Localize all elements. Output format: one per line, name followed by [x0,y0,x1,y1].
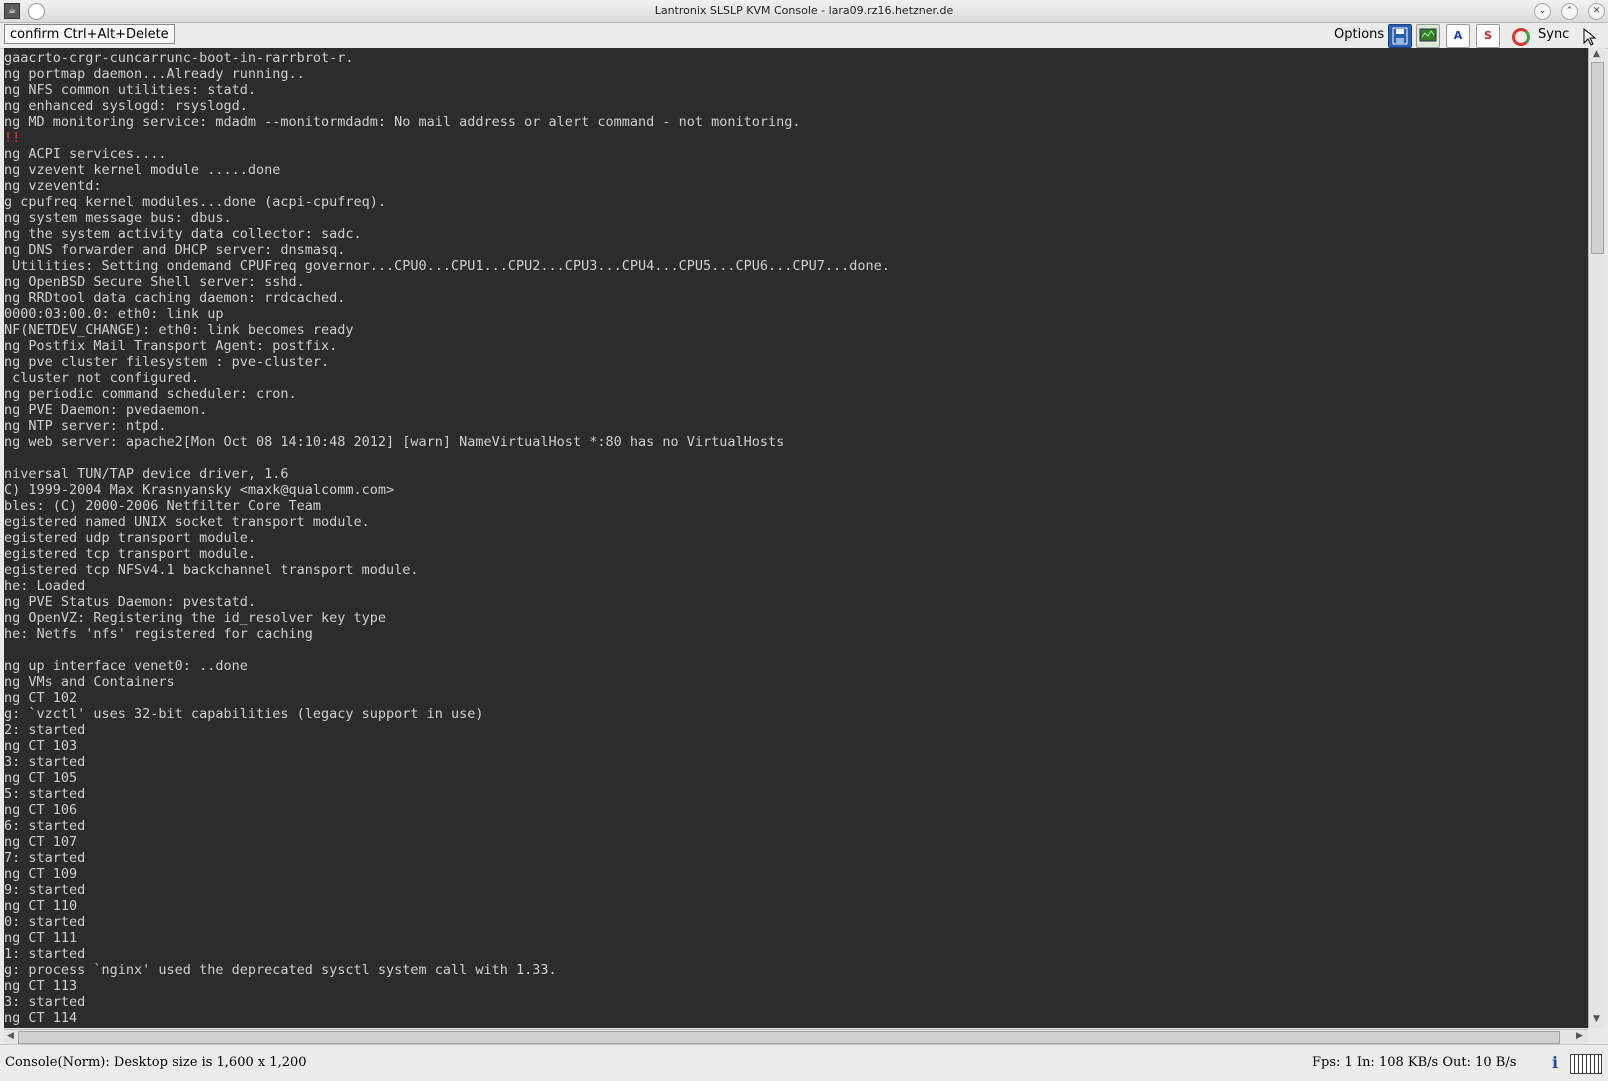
window-titlebar: ☕ Lantronix SLSLP KVM Console - lara09.r… [0,0,1608,23]
console-line: ng CT 105 [4,770,78,786]
sync-icon [1512,28,1530,46]
console-mode-status: Console(Norm): Desktop size is 1,600 x 1… [5,1055,307,1070]
console-line: ng CT 103 [4,738,78,754]
monitor-icon[interactable] [1416,24,1440,48]
console-line: 3: started [4,754,86,770]
cursor-icon[interactable] [1583,28,1597,46]
console-line: egistered tcp NFSv4.1 backchannel transp… [4,562,419,578]
window-title: Lantronix SLSLP KVM Console - lara09.rz1… [654,4,954,17]
console-line: g: `vzctl' uses 32-bit capabilities (leg… [4,706,484,722]
console-line: ng PVE Status Daemon: pvestatd. [4,594,256,610]
throughput-status: Fps: 1 In: 108 KB/s Out: 10 B/s [1312,1055,1517,1070]
sync-label: Sync [1538,27,1570,42]
console-line: NF(NETDEV_CHANGE): eth0: link becomes re… [4,322,354,338]
console-line: ng CT 106 [4,802,78,818]
horizontal-scroll-thumb[interactable] [18,1031,1560,1044]
scroll-left-arrow-icon[interactable]: ◀ [5,1031,16,1042]
console-line: ng vzevent kernel module .....done [4,162,281,178]
scroll-down-arrow-icon[interactable]: ▼ [1591,1014,1602,1025]
text-s-icon[interactable]: S [1476,24,1500,48]
status-bar: Console(Norm): Desktop size is 1,600 x 1… [0,1044,1608,1081]
console-line: bles: (C) 2000-2006 Netfilter Core Team [4,498,321,514]
console-line: 0: started [4,914,86,930]
console-line: g: process `nginx' used the deprecated s… [4,962,557,978]
console-line: 1: started [4,946,86,962]
console-line: g cpufreq kernel modules...done (acpi-cp… [4,194,387,210]
console-line: ng system message bus: dbus. [4,210,232,226]
console-line: ng CT 107 [4,834,78,850]
console-line: ng periodic command scheduler: cron. [4,386,297,402]
console-line: ng enhanced syslogd: rsyslogd. [4,98,248,114]
console-line: ng CT 109 [4,866,78,882]
console-line: ng portmap daemon...Already running.. [4,66,305,82]
horizontal-scrollbar[interactable]: ◀ ▶ [4,1029,1588,1044]
console-line: niversal TUN/TAP device driver, 1.6 [4,466,289,482]
console-line: !! [4,130,21,146]
minimize-button[interactable]: ⌄ [1534,3,1551,20]
console-line: ng up interface venet0: ..done [4,658,248,674]
text-a-icon[interactable]: A [1446,24,1470,48]
console-line: Utilities: Setting ondemand CPUFreq gove… [4,258,890,274]
console-line: ng ACPI services.... [4,146,167,162]
keyboard-icon[interactable] [1570,1054,1602,1074]
console-line: egistered udp transport module. [4,530,256,546]
console-line: ng RRDtool data caching daemon: rrdcache… [4,290,346,306]
console-line: 3: started [4,994,86,1010]
monitor-glyph [1419,28,1437,42]
scroll-right-arrow-icon[interactable]: ▶ [1574,1031,1585,1042]
console-line: he: Loaded [4,578,86,594]
console-line: ng NTP server: ntpd. [4,418,167,434]
console-line: ng the system activity data collector: s… [4,226,362,242]
console-line: ng VMs and Containers [4,674,175,690]
console-line: 5: started [4,786,86,802]
console-line: ng OpenBSD Secure Shell server: sshd. [4,274,305,290]
console-line: gaacrto-crgr-cuncarrunc-boot-in-rarrbrot… [4,50,354,66]
floppy-disk-glyph [1392,27,1408,45]
console-line: he: Netfs 'nfs' registered for caching [4,626,313,642]
console-line: ng pve cluster filesystem : pve-cluster. [4,354,330,370]
console-line: ng vzeventd: [4,178,102,194]
console-line: egistered tcp transport module. [4,546,256,562]
console-line: ng CT 102 [4,690,78,706]
vertical-scrollbar[interactable]: ▲ ▼ [1588,48,1605,1028]
console-line: egistered named UNIX socket transport mo… [4,514,370,530]
console-output: gaacrto-crgr-cuncarrunc-boot-in-rarrbrot… [4,50,890,1026]
sync-button[interactable]: Sync [1512,26,1578,46]
console-line: ng PVE Daemon: pvedaemon. [4,402,208,418]
console-line: C) 1999-2004 Max Krasnyansky <maxk@qualc… [4,482,395,498]
info-icon[interactable]: i [1552,1053,1562,1073]
console-line: ng CT 111 [4,930,78,946]
console-line: 0000:03:00.0: eth0: link up [4,306,224,322]
console-line: ng CT 114 [4,1010,78,1026]
console-line: ng web server: apache2[Mon Oct 08 14:10:… [4,434,785,450]
console-line: ng DNS forwarder and DHCP server: dnsmas… [4,242,346,258]
close-button[interactable]: ✕ [1588,3,1605,20]
remote-console-screen[interactable]: gaacrto-crgr-cuncarrunc-boot-in-rarrbrot… [4,48,1588,1028]
console-line: ng MD monitoring service: mdadm --monito… [4,114,801,130]
console-line: 9: started [4,882,86,898]
save-icon[interactable] [1388,24,1412,48]
console-line: 6: started [4,818,86,834]
console-line: ng CT 110 [4,898,78,914]
console-line: 7: started [4,850,86,866]
console-line: 2: started [4,722,86,738]
console-line: ng CT 113 [4,978,78,994]
maximize-button[interactable]: ⌃ [1561,3,1578,20]
kvm-toolbar: confirm Ctrl+Alt+Delete Options A S Sync [0,23,1608,49]
scroll-up-arrow-icon[interactable]: ▲ [1591,49,1602,60]
console-line: ng Postfix Mail Transport Agent: postfix… [4,338,338,354]
vertical-scroll-thumb[interactable] [1591,62,1604,254]
confirm-ctrl-alt-delete-button[interactable]: confirm Ctrl+Alt+Delete [4,24,175,44]
console-line: ng NFS common utilities: statd. [4,82,256,98]
console-line: cluster not configured. [4,370,200,386]
console-line: ng OpenVZ: Registering the id_resolver k… [4,610,387,626]
options-menu[interactable]: Options [1334,27,1384,42]
